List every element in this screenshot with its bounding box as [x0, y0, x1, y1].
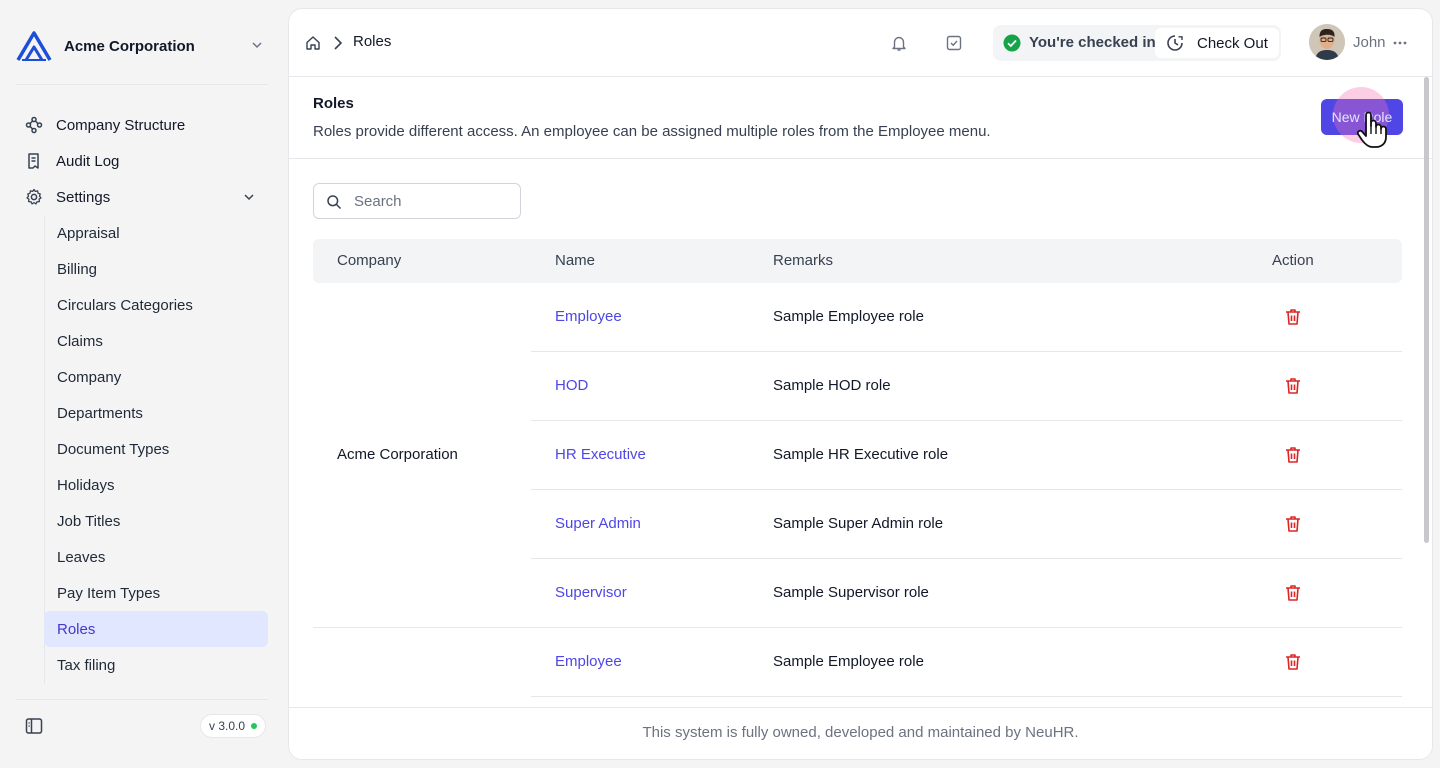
sidebar-item-roles[interactable]: Roles [44, 611, 268, 647]
role-name-link[interactable]: Employee [555, 308, 622, 325]
sidebar-item-audit-log[interactable]: Audit Log [16, 144, 268, 178]
table-row: Super Admin Sample Super Admin role [531, 490, 1402, 559]
sidebar: Acme Corporation Company Structure Audit… [0, 0, 280, 768]
trash-icon[interactable] [1283, 376, 1303, 396]
table-row: Employee Sample Employee role [531, 628, 1402, 697]
roles-table: Company Name Remarks Action Acme Corpora… [313, 239, 1402, 709]
hand-cursor-icon [1356, 111, 1387, 148]
user-photo-icon [1309, 24, 1345, 60]
search-input[interactable] [354, 190, 514, 212]
sidebar-item-company-structure[interactable]: Company Structure [16, 108, 268, 142]
column-header-company: Company [337, 252, 402, 269]
version-text: v 3.0.0 [209, 719, 246, 733]
trash-icon[interactable] [1283, 445, 1303, 465]
role-remarks: Sample HR Executive role [773, 446, 949, 463]
check-out-button[interactable]: Check Out [1155, 28, 1279, 58]
sidebar-item-job-titles[interactable]: Job Titles [44, 503, 268, 539]
column-header-name: Name [555, 252, 596, 269]
trash-icon[interactable] [1283, 583, 1303, 603]
table-row: Supervisor Sample Supervisor role [531, 559, 1402, 628]
check-circle-icon [1003, 34, 1021, 52]
role-name-link[interactable]: Super Admin [555, 515, 641, 532]
sidebar-item-document-types[interactable]: Document Types [44, 431, 268, 467]
checkin-status: You're checked in [1029, 34, 1156, 51]
status-dot [251, 723, 258, 729]
top-bar: Roles You're checked in Check Out John [289, 9, 1432, 77]
column-header-remarks: Remarks [773, 252, 834, 269]
page-title: Roles [313, 95, 354, 112]
bell-icon[interactable] [890, 34, 908, 52]
company-cell: Acme Corporation [337, 446, 458, 463]
page-description: Roles provide different access. An emplo… [313, 123, 991, 140]
divider [16, 84, 268, 85]
sidebar-item-leaves[interactable]: Leaves [44, 539, 268, 575]
role-remarks: Sample Super Admin role [773, 515, 944, 532]
avatar[interactable] [1309, 24, 1345, 60]
column-header-action: Action [1272, 252, 1314, 269]
hierarchy-icon [24, 115, 44, 135]
main-panel: Roles You're checked in Check Out John R… [288, 8, 1433, 760]
table-row: HOD Sample HOD role [531, 352, 1402, 421]
sidebar-item-claims[interactable]: Claims [44, 323, 268, 359]
trash-icon[interactable] [1283, 307, 1303, 327]
footer-text: This system is fully owned, developed an… [642, 724, 1079, 741]
audit-log-icon [24, 151, 44, 171]
attendance-widget: You're checked in Check Out [993, 25, 1281, 61]
task-check-icon[interactable] [945, 34, 963, 52]
scrollbar[interactable] [1424, 77, 1429, 543]
breadcrumb: Roles [353, 33, 392, 50]
table-row: HR Executive Sample HR Executive role [531, 421, 1402, 490]
sidebar-item-company[interactable]: Company [44, 359, 268, 395]
table-row: Employee Sample Employee role [531, 283, 1402, 352]
role-remarks: Sample Supervisor role [773, 584, 929, 601]
home-icon[interactable] [305, 35, 321, 51]
acme-logo-icon [16, 31, 52, 61]
sidebar-item-settings[interactable]: Settings [16, 180, 268, 214]
search-box [313, 183, 521, 219]
more-horizontal-icon[interactable] [1391, 34, 1409, 52]
org-switcher[interactable]: Acme Corporation [16, 28, 268, 64]
footer: This system is fully owned, developed an… [289, 707, 1432, 759]
role-remarks: Sample HOD role [773, 377, 891, 394]
version-badge: v 3.0.0 [200, 714, 267, 738]
divider [16, 699, 268, 700]
sidebar-toggle-icon[interactable] [24, 716, 44, 736]
role-name-link[interactable]: Supervisor [555, 584, 627, 601]
trash-icon[interactable] [1283, 652, 1303, 672]
sidebar-item-tax-filing[interactable]: Tax filing [44, 647, 268, 683]
sidebar-item-billing[interactable]: Billing [44, 251, 268, 287]
gear-icon [24, 187, 44, 207]
user-name[interactable]: John [1353, 34, 1386, 51]
role-remarks: Sample Employee role [773, 308, 924, 325]
clock-icon [1167, 35, 1183, 51]
sidebar-item-label: Audit Log [56, 152, 120, 170]
sidebar-item-label: Settings [56, 188, 111, 206]
check-out-label: Check Out [1197, 34, 1268, 52]
chevron-right-icon [334, 36, 343, 50]
org-name: Acme Corporation [64, 37, 195, 55]
search-icon [327, 195, 342, 210]
sidebar-item-departments[interactable]: Departments [44, 395, 268, 431]
sidebar-item-appraisal[interactable]: Appraisal [44, 215, 268, 251]
role-name-link[interactable]: HR Executive [555, 446, 646, 463]
page-header: Roles Roles provide different access. An… [289, 77, 1432, 159]
chevron-down-icon [244, 194, 254, 201]
sidebar-item-pay-item-types[interactable]: Pay Item Types [44, 575, 268, 611]
table-header: Company Name Remarks Action [313, 239, 1402, 283]
sidebar-item-holidays[interactable]: Holidays [44, 467, 268, 503]
role-remarks: Sample Employee role [773, 653, 924, 670]
role-name-link[interactable]: Employee [555, 653, 622, 670]
role-name-link[interactable]: HOD [555, 377, 588, 394]
chevron-down-icon [252, 42, 262, 49]
sidebar-item-circulars-categories[interactable]: Circulars Categories [44, 287, 268, 323]
trash-icon[interactable] [1283, 514, 1303, 534]
sidebar-item-label: Company Structure [56, 116, 186, 134]
